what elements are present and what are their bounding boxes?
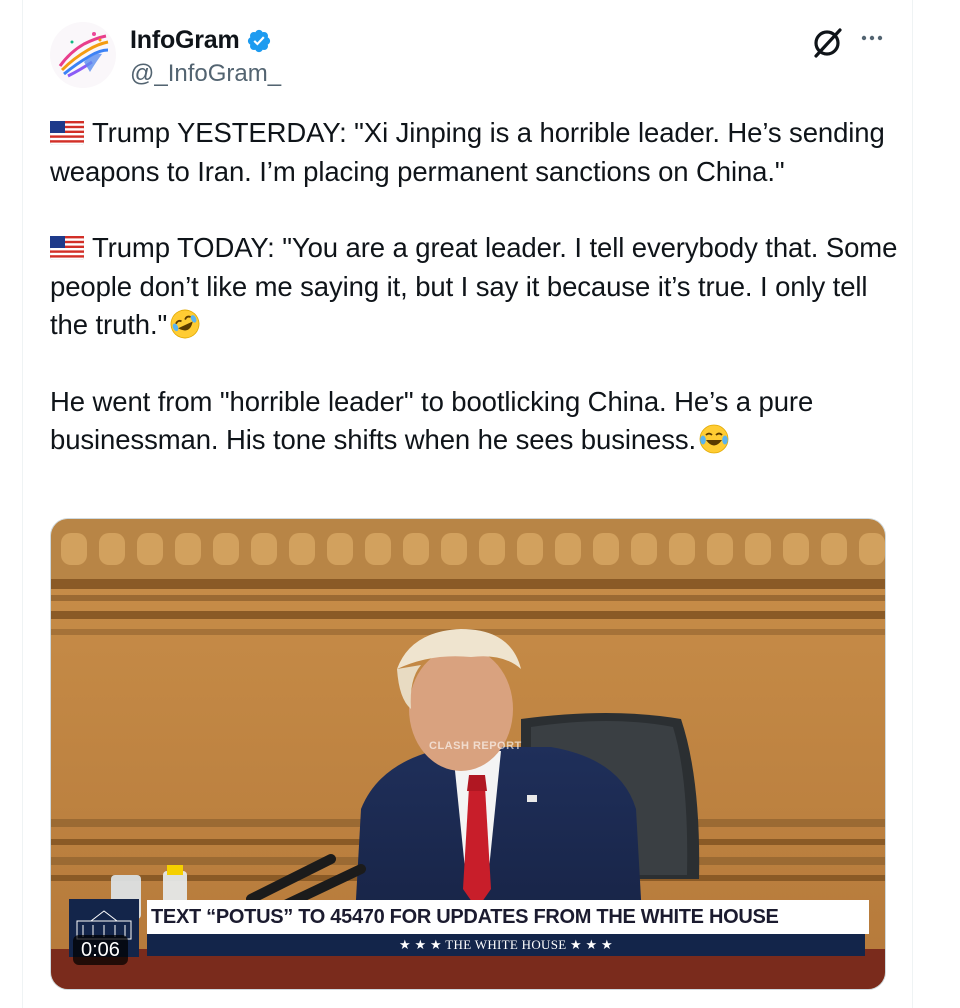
tears-of-joy-emoji — [699, 424, 729, 454]
timeline-border-right — [912, 0, 913, 1008]
video-banner-subtext: ★ ★ ★ THE WHITE HOUSE ★ ★ ★ — [147, 934, 865, 956]
us-flag-emoji — [50, 236, 84, 260]
video-player[interactable]: CLASH REPORT TEXT “POTUS” TO 45470 FOR U… — [50, 518, 886, 990]
author-handle[interactable]: @_InfoGram_ — [130, 60, 281, 88]
more-icon[interactable] — [856, 22, 888, 54]
infogram-logo-icon — [50, 22, 116, 88]
tweet-paragraph-1: Trump YESTERDAY: "Xi Jinping is a horrib… — [50, 114, 900, 191]
video-banner-text: TEXT “POTUS” TO 45470 FOR UPDATES FROM T… — [147, 900, 869, 934]
video-watermark: CLASH REPORT — [429, 740, 522, 752]
tweet-paragraph-1-text: Trump YESTERDAY: "Xi Jinping is a horrib… — [50, 117, 885, 187]
verified-badge-icon — [247, 29, 270, 52]
avatar[interactable] — [50, 22, 116, 88]
grok-icon[interactable] — [810, 24, 846, 60]
author-name-row[interactable]: InfoGram — [130, 26, 272, 55]
us-flag-emoji — [50, 121, 84, 145]
timeline-border-left — [22, 0, 23, 1008]
display-name[interactable]: InfoGram — [130, 26, 240, 55]
tweet-paragraph-3: He went from "horrible leader" to bootli… — [50, 383, 900, 460]
video-timestamp: 0:06 — [73, 935, 128, 965]
rolling-on-floor-laughing-emoji — [170, 309, 200, 339]
tweet-text: Trump YESTERDAY: "Xi Jinping is a horrib… — [50, 114, 900, 460]
tweet-paragraph-2: Trump TODAY: "You are a great leader. I … — [50, 229, 900, 345]
